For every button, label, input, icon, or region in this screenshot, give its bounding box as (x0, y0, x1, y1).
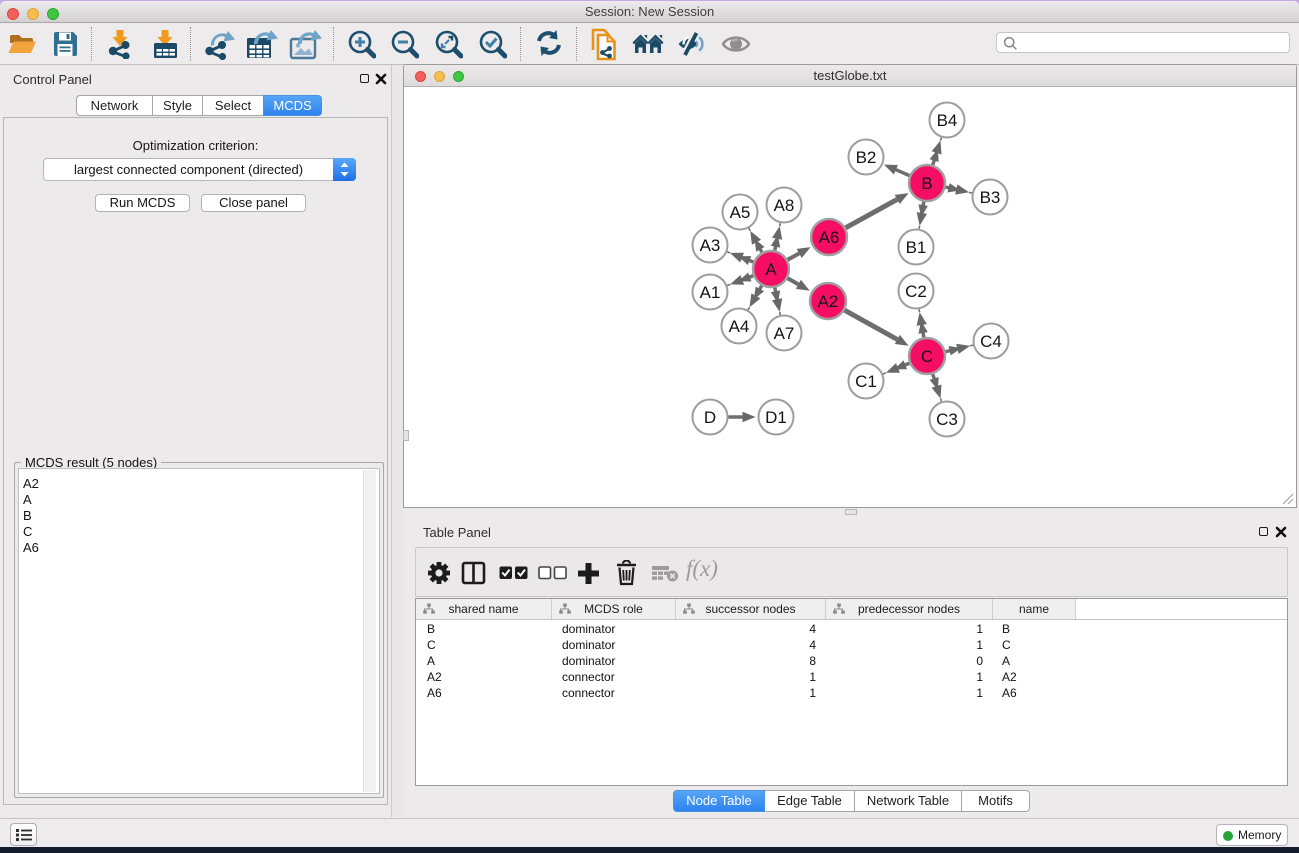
svg-text:B3: B3 (980, 188, 1001, 207)
svg-text:A7: A7 (774, 324, 795, 343)
svg-text:D1: D1 (765, 408, 787, 427)
svg-text:B4: B4 (937, 111, 958, 130)
svg-text:A2: A2 (818, 292, 839, 311)
svg-text:B: B (921, 174, 932, 193)
svg-text:C1: C1 (855, 372, 877, 391)
svg-text:B1: B1 (906, 238, 927, 257)
svg-text:C3: C3 (936, 410, 958, 429)
svg-text:A8: A8 (774, 196, 795, 215)
svg-text:C4: C4 (980, 332, 1002, 351)
svg-text:A: A (765, 260, 777, 279)
svg-text:A5: A5 (730, 203, 751, 222)
svg-text:A6: A6 (819, 228, 840, 247)
svg-text:C: C (921, 347, 933, 366)
svg-text:C2: C2 (905, 282, 927, 301)
svg-text:A3: A3 (700, 236, 721, 255)
svg-text:A4: A4 (729, 317, 750, 336)
svg-text:A1: A1 (700, 283, 721, 302)
svg-text:B2: B2 (856, 148, 877, 167)
svg-text:D: D (704, 408, 716, 427)
